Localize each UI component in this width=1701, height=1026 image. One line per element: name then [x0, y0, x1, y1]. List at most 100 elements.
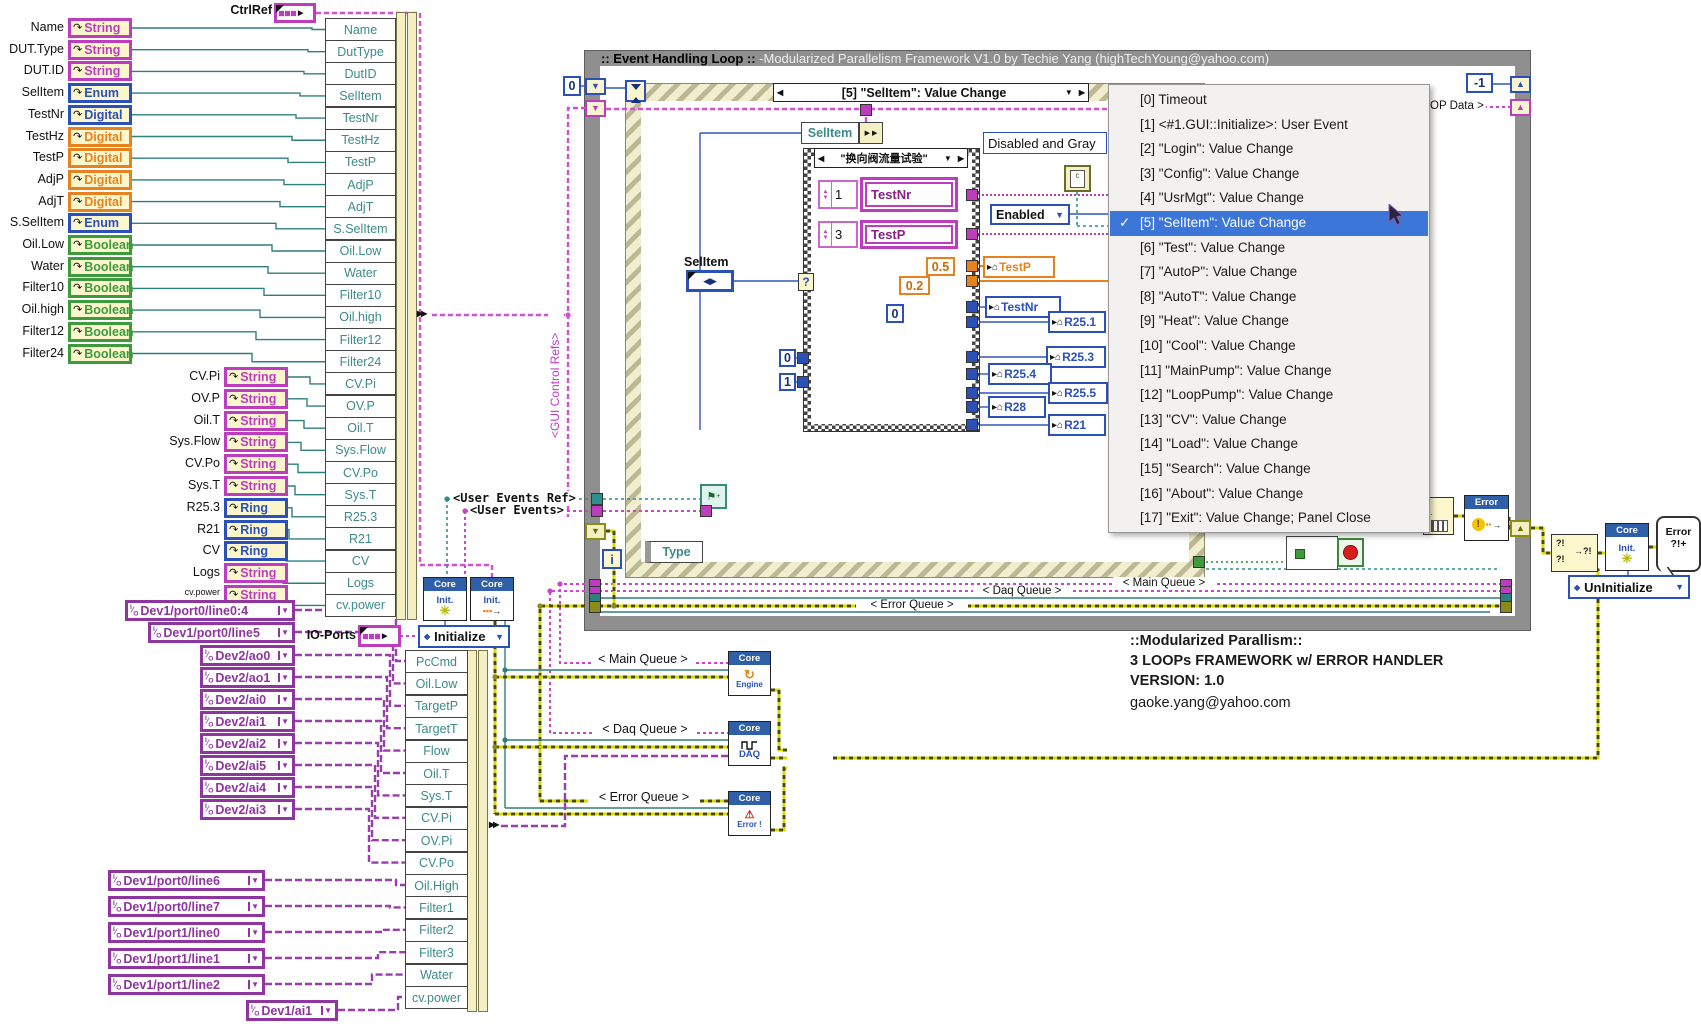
terminal-Filter12[interactable]: ↷Boolean	[68, 322, 132, 342]
uninitialize-enum[interactable]: ◆UnInitialize▼	[1568, 575, 1690, 599]
testp-control[interactable]: TestP	[860, 220, 958, 249]
terminal-CV[interactable]: ↷Ring	[224, 541, 288, 561]
testp-spinner-value[interactable]: 3	[832, 223, 856, 246]
terminal-CV.Po[interactable]: ↷String	[224, 454, 288, 474]
menu-item-4[interactable]: [4] "UsrMgt": Value Change	[1110, 186, 1428, 211]
chevron-down-icon[interactable]: ▼	[278, 651, 290, 660]
chevron-down-icon[interactable]: ▼	[278, 805, 290, 814]
menu-item-9[interactable]: [9] "Heat": Value Change	[1110, 309, 1428, 334]
constant-left-1[interactable]: 1	[779, 373, 796, 391]
local-variable-TestP[interactable]: ▸⌂TestP	[983, 256, 1055, 278]
boolean-constant-icon[interactable]	[1295, 549, 1305, 559]
terminal-Logs[interactable]: ↷String	[224, 563, 288, 583]
chevron-down-icon[interactable]: ▼	[278, 761, 290, 770]
menu-item-15[interactable]: [15] "Search": Value Change	[1110, 457, 1428, 482]
enabled-ring-constant[interactable]: Enabled▼	[990, 204, 1070, 225]
chevron-down-icon[interactable]: ▼	[278, 673, 290, 682]
terminal-S.SelItem[interactable]: ↷Enum	[68, 213, 132, 233]
chevron-down-icon[interactable]: ▼	[1055, 210, 1064, 220]
terminal-Name[interactable]: ↷String	[68, 18, 132, 38]
terminal-Sys.T[interactable]: ↷String	[224, 476, 288, 496]
daq-channel-Dev2/ai2[interactable]: I⁄ODev2/ai2▼	[200, 733, 295, 754]
chevron-down-icon[interactable]: ▼	[941, 154, 955, 163]
testnr-control[interactable]: TestNr	[860, 177, 958, 212]
chevron-down-icon[interactable]: ▼	[278, 717, 290, 726]
terminal-Filter10[interactable]: ↷Boolean	[68, 278, 132, 298]
spin-down-icon[interactable]: ▼	[823, 195, 829, 201]
terminal-DUT.ID[interactable]: ↷String	[68, 61, 132, 81]
chevron-down-icon[interactable]: ▼	[1675, 582, 1684, 592]
menu-item-1[interactable]: [1] <#1.GUI::Initialize>: User Event	[1110, 113, 1428, 138]
case-selector-label[interactable]: "换向阀流量试验"	[827, 150, 941, 166]
local-variable-R25.4[interactable]: ▸⌂R25.4	[988, 363, 1052, 385]
daq-channel-Dev1/port0/line6[interactable]: I⁄ODev1/port0/line6▼	[108, 870, 265, 891]
chevron-down-icon[interactable]: ▼	[278, 783, 290, 792]
case-prev-icon[interactable]: ◀	[815, 154, 827, 163]
daq-channel-Dev1/port1/line1[interactable]: I⁄ODev1/port1/line1▼	[108, 948, 265, 969]
error-queue-block[interactable]: Error !▪▪→	[1464, 495, 1509, 541]
initialize-enum[interactable]: ◆Initialize▼	[418, 625, 510, 648]
terminal-R25.3[interactable]: ↷Ring	[224, 498, 288, 518]
terminal-Oil.Low[interactable]: ↷Boolean	[68, 235, 132, 255]
timeout-init-constant[interactable]: 0	[563, 76, 581, 96]
daq-channel-Dev1/port0/line7[interactable]: I⁄ODev1/port0/line7▼	[108, 896, 265, 917]
disabled-string-constant[interactable]: Disabled and Gray	[983, 132, 1107, 154]
core-error-block[interactable]: Core ⚠Error !	[728, 791, 771, 836]
menu-item-0[interactable]: [0] Timeout	[1110, 88, 1428, 113]
chevron-down-icon[interactable]: ▼	[248, 954, 260, 963]
local-variable-R25.5[interactable]: ▸⌂R25.5	[1048, 382, 1108, 404]
terminal-TestP[interactable]: ↷Digital	[68, 148, 132, 168]
event-selector-prev-icon[interactable]: ◀	[774, 88, 786, 97]
io-ports-ref-icon[interactable]: ▶	[358, 625, 401, 647]
terminal-R21[interactable]: ↷Ring	[224, 520, 288, 540]
chevron-down-icon[interactable]: ▼	[248, 876, 260, 885]
chevron-down-icon[interactable]: ▼	[278, 606, 290, 615]
selitem-enum-terminal[interactable]: ◀▶	[686, 270, 734, 292]
menu-item-11[interactable]: [11] "MainPump": Value Change	[1110, 359, 1428, 384]
terminal-Sys.Flow[interactable]: ↷String	[224, 432, 288, 452]
terminal-Filter24[interactable]: ↷Boolean	[68, 344, 132, 364]
stop-button[interactable]	[1337, 538, 1364, 567]
menu-item-3[interactable]: [3] "Config": Value Change	[1110, 162, 1428, 187]
terminal-AdjT[interactable]: ↷Digital	[68, 192, 132, 212]
local-variable-R25.1[interactable]: ▸⌂R25.1	[1048, 311, 1106, 333]
constant-0-2[interactable]: 0.2	[899, 276, 930, 295]
menu-item-6[interactable]: [6] "Test": Value Change	[1110, 236, 1428, 261]
core-daq-block[interactable]: Core DAQ	[728, 721, 771, 766]
chevron-down-icon[interactable]: ▼	[248, 980, 260, 989]
local-variable-R21[interactable]: ▸⌂R21	[1048, 414, 1106, 436]
daq-channel-Dev1/port1/line2[interactable]: I⁄ODev1/port1/line2▼	[108, 974, 265, 995]
menu-item-14[interactable]: [14] "Load": Value Change	[1110, 432, 1428, 457]
daq-channel-Dev2/ai4[interactable]: I⁄ODev2/ai4▼	[200, 777, 295, 798]
testnr-spinner[interactable]: ▲▼ 1	[818, 180, 858, 209]
ctrlref-icon[interactable]: ▶	[274, 3, 316, 23]
terminal-TestNr[interactable]: ↷Digital	[68, 105, 132, 125]
constant-left-0[interactable]: 0	[779, 349, 796, 367]
simple-error-handler-icon[interactable]: Error ?!+	[1656, 516, 1701, 572]
testnr-spinner-value[interactable]: 1	[832, 182, 856, 207]
terminal-TestHz[interactable]: ↷Digital	[68, 127, 132, 147]
daq-channel-Dev2/ai1[interactable]: I⁄ODev2/ai1▼	[200, 711, 295, 732]
terminal-CV.Pi[interactable]: ↷String	[224, 367, 288, 387]
daq-channel-Dev1/ai1[interactable]: I⁄ODev1/ai1▼	[246, 1000, 338, 1021]
chevron-down-icon[interactable]: ▼	[278, 628, 290, 637]
daq-channel-Dev2/ao1[interactable]: I⁄ODev2/ao1▼	[200, 667, 295, 688]
chevron-down-icon[interactable]: ▼	[278, 739, 290, 748]
daq-channel-Dev2/ai0[interactable]: I⁄ODev2/ai0▼	[200, 689, 295, 710]
chevron-down-icon[interactable]: ▼	[248, 928, 260, 937]
core-init-right-block[interactable]: Core Init.✳	[1605, 523, 1649, 571]
daq-channel-Dev1/port0/line5[interactable]: I⁄ODev1/port0/line5▼	[148, 622, 295, 643]
terminal-Water[interactable]: ↷Boolean	[68, 257, 132, 277]
menu-item-16[interactable]: [16] "About": Value Change	[1110, 482, 1428, 507]
menu-item-7[interactable]: [7] "AutoP": Value Change	[1110, 260, 1428, 285]
daq-channel-Dev1/port1/line0[interactable]: I⁄ODev1/port1/line0▼	[108, 922, 265, 943]
constant-0-5[interactable]: 0.5	[926, 257, 955, 276]
testp-spinner[interactable]: ▲▼ 3	[818, 221, 858, 248]
local-variable-R25.3[interactable]: ▸⌂R25.3	[1046, 346, 1106, 368]
local-variable-R28[interactable]: ▸⌂R28	[988, 396, 1046, 418]
daq-channel-Dev2/ai3[interactable]: I⁄ODev2/ai3▼	[200, 799, 295, 820]
chevron-down-icon[interactable]: ▼	[495, 632, 504, 642]
core-engine-block[interactable]: Core ↻Engine	[728, 651, 771, 696]
terminal-OV.P[interactable]: ↷String	[224, 389, 288, 409]
constant-0[interactable]: 0	[886, 304, 904, 323]
